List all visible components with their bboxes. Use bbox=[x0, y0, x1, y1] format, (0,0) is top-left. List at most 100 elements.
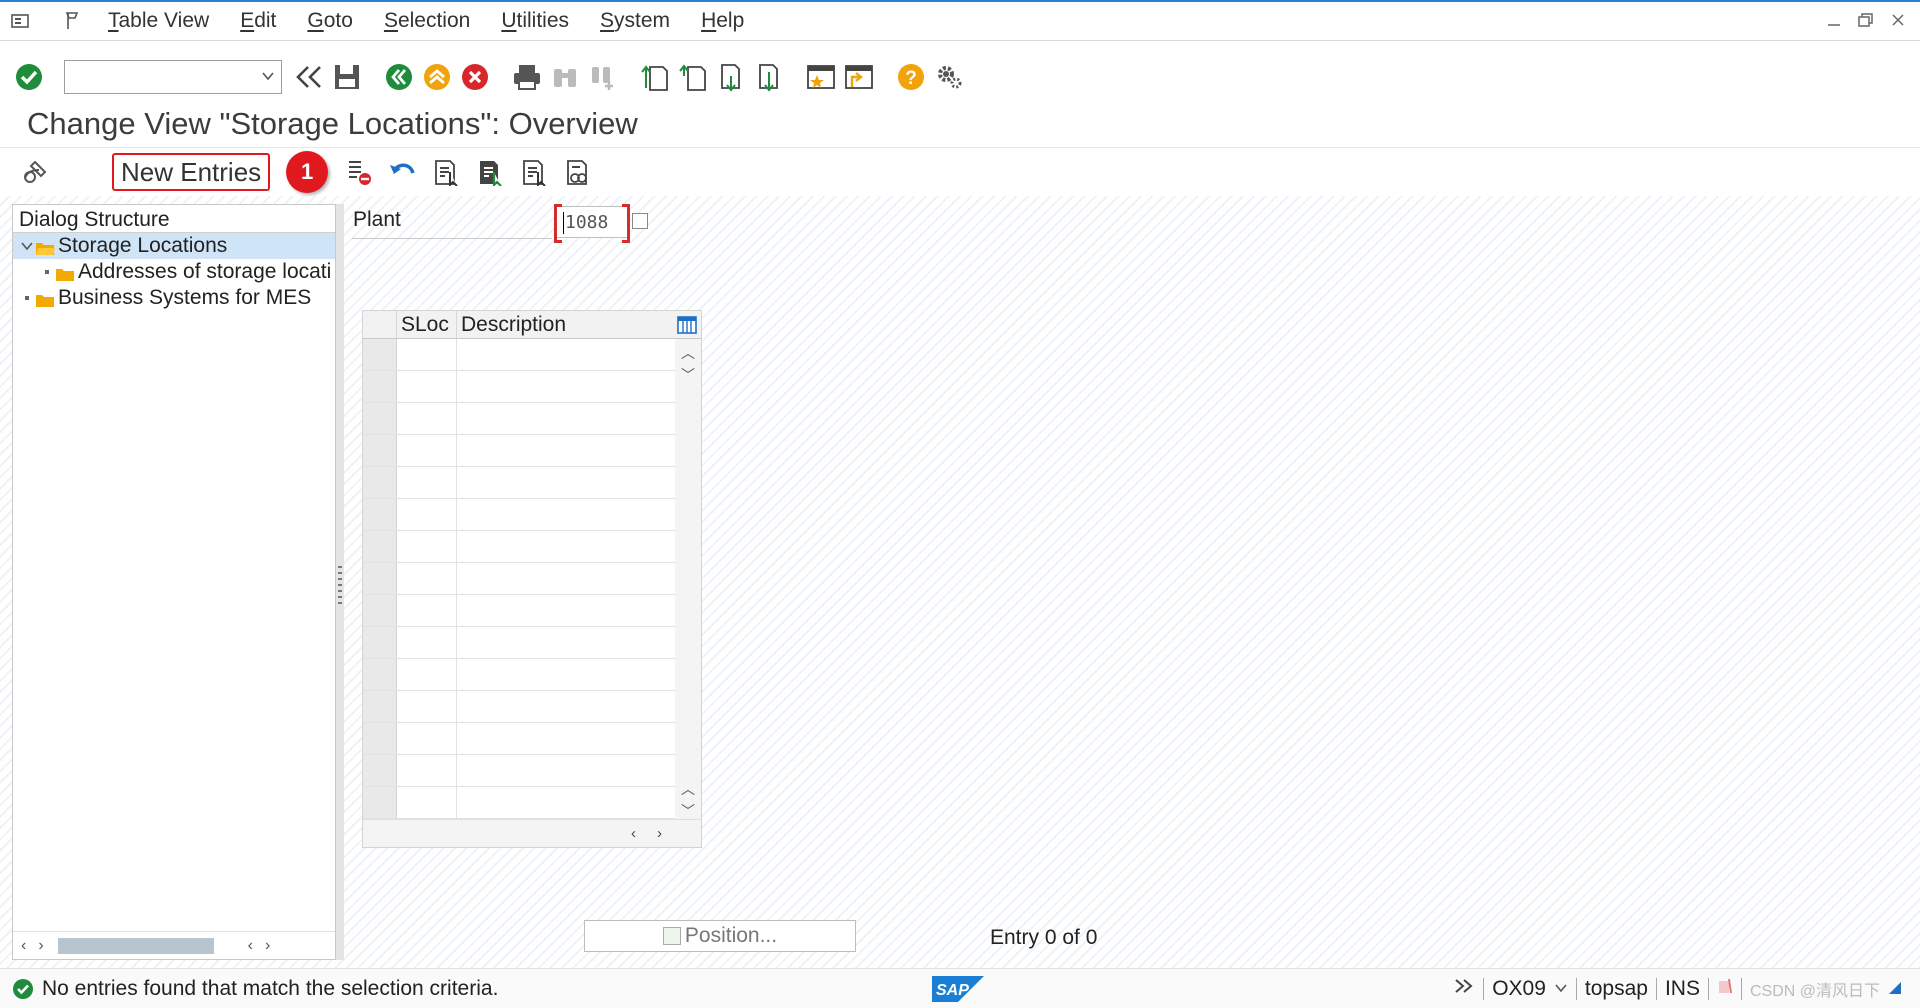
cell-description[interactable] bbox=[457, 435, 675, 466]
first-page-icon[interactable] bbox=[638, 60, 672, 94]
menu-utilities[interactable]: Utilities bbox=[501, 9, 569, 33]
scroll-left-icon[interactable]: ‹ bbox=[631, 825, 636, 842]
row-selector[interactable] bbox=[363, 691, 397, 722]
cancel-icon[interactable] bbox=[458, 60, 492, 94]
cell-description[interactable] bbox=[457, 371, 675, 402]
cell-description[interactable] bbox=[457, 723, 675, 754]
cell-description[interactable] bbox=[457, 787, 675, 818]
select-all-icon[interactable] bbox=[430, 155, 464, 189]
variant-icon[interactable] bbox=[562, 155, 596, 189]
cell-sloc[interactable] bbox=[397, 723, 457, 754]
scrollbar-thumb[interactable] bbox=[57, 937, 214, 954]
minimize-icon[interactable] bbox=[1824, 10, 1844, 30]
row-selector[interactable] bbox=[363, 371, 397, 402]
close-window-icon[interactable] bbox=[1888, 10, 1908, 30]
scroll-down-icon[interactable]: ﹀ bbox=[681, 365, 695, 385]
tree-node-addresses-of-storage-locations[interactable]: Addresses of storage locati bbox=[13, 259, 335, 285]
command-input[interactable] bbox=[65, 60, 245, 91]
resize-grip-icon[interactable] bbox=[1888, 977, 1902, 1001]
select-all-column[interactable] bbox=[363, 311, 397, 338]
next-page-icon[interactable] bbox=[714, 60, 748, 94]
previous-page-icon[interactable] bbox=[676, 60, 710, 94]
help-icon[interactable]: ? bbox=[894, 60, 928, 94]
row-selector[interactable] bbox=[363, 531, 397, 562]
cell-sloc[interactable] bbox=[397, 371, 457, 402]
cell-sloc[interactable] bbox=[397, 467, 457, 498]
scroll-left-icon[interactable]: ‹ bbox=[21, 937, 26, 955]
save-icon[interactable] bbox=[330, 60, 364, 94]
pin-icon[interactable] bbox=[62, 10, 84, 32]
cell-sloc[interactable] bbox=[397, 499, 457, 530]
scroll-up-icon[interactable]: ︿ bbox=[681, 343, 695, 363]
cell-sloc[interactable] bbox=[397, 755, 457, 786]
undo-icon[interactable] bbox=[386, 155, 420, 189]
command-field[interactable] bbox=[64, 59, 282, 94]
status-message[interactable]: No entries found that match the selectio… bbox=[42, 977, 498, 1001]
row-selector[interactable] bbox=[363, 435, 397, 466]
find-icon[interactable] bbox=[548, 60, 582, 94]
table-horizontal-scrollbar[interactable]: ‹ › bbox=[363, 819, 701, 847]
scroll-right-icon[interactable]: › bbox=[38, 937, 43, 955]
cell-description[interactable] bbox=[457, 691, 675, 722]
cell-description[interactable] bbox=[457, 627, 675, 658]
restore-icon[interactable] bbox=[1856, 10, 1876, 30]
cell-description[interactable] bbox=[457, 531, 675, 562]
row-selector[interactable] bbox=[363, 659, 397, 690]
chevron-down-icon[interactable] bbox=[261, 69, 275, 88]
row-selector[interactable] bbox=[363, 403, 397, 434]
row-selector[interactable] bbox=[363, 563, 397, 594]
settings-icon[interactable] bbox=[932, 60, 966, 94]
exit-icon[interactable] bbox=[420, 60, 454, 94]
chevron-down-icon[interactable] bbox=[19, 240, 35, 252]
cell-description[interactable] bbox=[457, 595, 675, 626]
delete-icon[interactable] bbox=[342, 155, 376, 189]
back-double-arrow-icon[interactable] bbox=[292, 60, 326, 94]
last-page-icon[interactable] bbox=[752, 60, 786, 94]
cell-description[interactable] bbox=[457, 403, 675, 434]
row-selector[interactable] bbox=[363, 467, 397, 498]
position-button[interactable]: Position... bbox=[584, 920, 856, 952]
scroll-right-icon[interactable]: › bbox=[657, 825, 662, 842]
value-help-icon[interactable] bbox=[632, 213, 648, 229]
column-header-sloc[interactable]: SLoc bbox=[397, 311, 457, 338]
enter-icon[interactable] bbox=[12, 60, 46, 94]
scroll-up-icon[interactable]: ︿ bbox=[681, 779, 695, 799]
table-vertical-scrollbar[interactable]: ︿ ﹀ ︿ ﹀ bbox=[675, 339, 701, 821]
row-selector[interactable] bbox=[363, 627, 397, 658]
cell-description[interactable] bbox=[457, 499, 675, 530]
display-change-icon[interactable] bbox=[18, 155, 52, 189]
cell-sloc[interactable] bbox=[397, 659, 457, 690]
customize-menu-icon[interactable] bbox=[10, 10, 32, 32]
cell-sloc[interactable] bbox=[397, 403, 457, 434]
menu-system[interactable]: System bbox=[600, 9, 670, 33]
table-settings-icon[interactable] bbox=[673, 311, 701, 338]
scroll-right-icon[interactable]: › bbox=[265, 937, 270, 955]
cell-description[interactable] bbox=[457, 339, 675, 370]
menu-goto[interactable]: Goto bbox=[307, 9, 353, 33]
new-session-icon[interactable] bbox=[804, 60, 838, 94]
cell-description[interactable] bbox=[457, 755, 675, 786]
row-selector[interactable] bbox=[363, 595, 397, 626]
insert-mode[interactable]: INS bbox=[1665, 977, 1700, 1001]
cell-description[interactable] bbox=[457, 467, 675, 498]
dialog-horizontal-scrollbar[interactable]: ‹ › ‹ › bbox=[13, 931, 335, 959]
menu-edit[interactable]: Edit bbox=[240, 9, 276, 33]
cell-sloc[interactable] bbox=[397, 531, 457, 562]
back-icon[interactable] bbox=[382, 60, 416, 94]
row-selector[interactable] bbox=[363, 499, 397, 530]
new-entries-button[interactable]: New Entries bbox=[112, 153, 271, 191]
cell-description[interactable] bbox=[457, 563, 675, 594]
scroll-down-icon[interactable]: ﹀ bbox=[681, 801, 695, 821]
find-next-icon[interactable] bbox=[586, 60, 620, 94]
cell-sloc[interactable] bbox=[397, 787, 457, 818]
create-shortcut-icon[interactable] bbox=[842, 60, 876, 94]
splitter-grip-icon[interactable] bbox=[338, 566, 342, 606]
cell-sloc[interactable] bbox=[397, 627, 457, 658]
cell-sloc[interactable] bbox=[397, 435, 457, 466]
print-icon[interactable] bbox=[510, 60, 544, 94]
tree-node-storage-locations[interactable]: Storage Locations bbox=[13, 233, 335, 259]
cell-sloc[interactable] bbox=[397, 339, 457, 370]
chevron-down-icon[interactable] bbox=[1554, 977, 1568, 1001]
row-selector[interactable] bbox=[363, 787, 397, 818]
tree-node-business-systems-for-mes[interactable]: Business Systems for MES bbox=[13, 285, 335, 311]
